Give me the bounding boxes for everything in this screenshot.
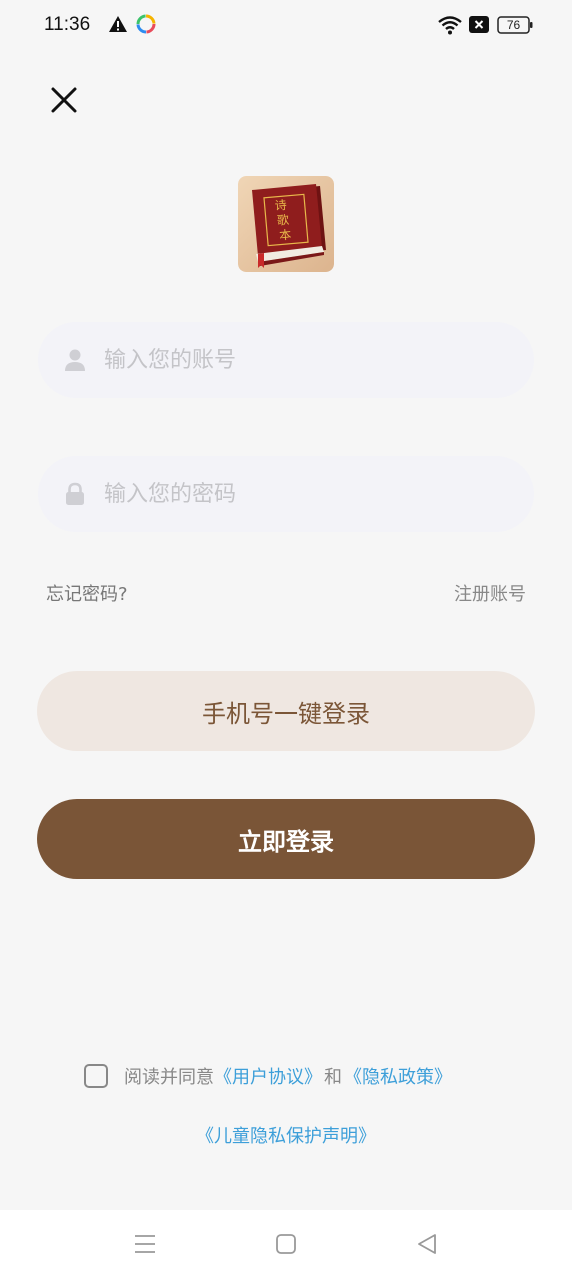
logo-char-2: 歌 [276,212,289,228]
app-notification-icon [136,14,156,34]
menu-icon[interactable] [133,1232,157,1256]
user-icon [65,349,85,371]
login-button[interactable]: 立即登录 [37,799,535,879]
agreement-checkbox[interactable] [84,1064,108,1088]
system-nav-bar [0,1210,572,1280]
battery-level: 76 [506,18,521,32]
child-privacy-link[interactable]: 《儿童隐私保护声明》 [0,1122,572,1148]
forgot-password-link[interactable]: 忘记密码? [46,580,128,606]
home-icon[interactable] [274,1232,298,1256]
password-input[interactable] [104,456,514,532]
status-time: 11:36 [44,14,91,35]
account-input[interactable] [104,322,514,398]
logo-char-1: 诗 [274,198,287,213]
user-agreement-link[interactable]: 《用户协议》 [214,1063,322,1089]
lock-icon [66,482,84,505]
logo-char-3: 本 [279,228,292,243]
phone-login-button[interactable]: 手机号一键登录 [37,671,535,751]
status-bar: 11:36 76 [0,0,572,52]
wifi-icon [438,16,462,35]
register-link[interactable]: 注册账号 [454,580,526,606]
warning-icon [109,16,127,32]
agreement-prefix: 阅读并同意 [124,1067,214,1088]
back-icon[interactable] [415,1232,439,1256]
agreement-row: 阅读并同意 《用户协议》 和 《隐私政策》 [84,1062,452,1090]
phone-login-label: 手机号一键登录 [202,699,370,728]
privacy-policy-link[interactable]: 《隐私政策》 [344,1063,452,1089]
sim-off-icon [469,16,489,33]
password-field[interactable] [38,456,534,532]
close-icon[interactable] [48,84,80,116]
app-logo: 诗 歌 本 [238,176,334,272]
agreement-and: 和 [324,1067,342,1088]
login-label: 立即登录 [238,827,334,856]
account-field[interactable] [38,322,534,398]
